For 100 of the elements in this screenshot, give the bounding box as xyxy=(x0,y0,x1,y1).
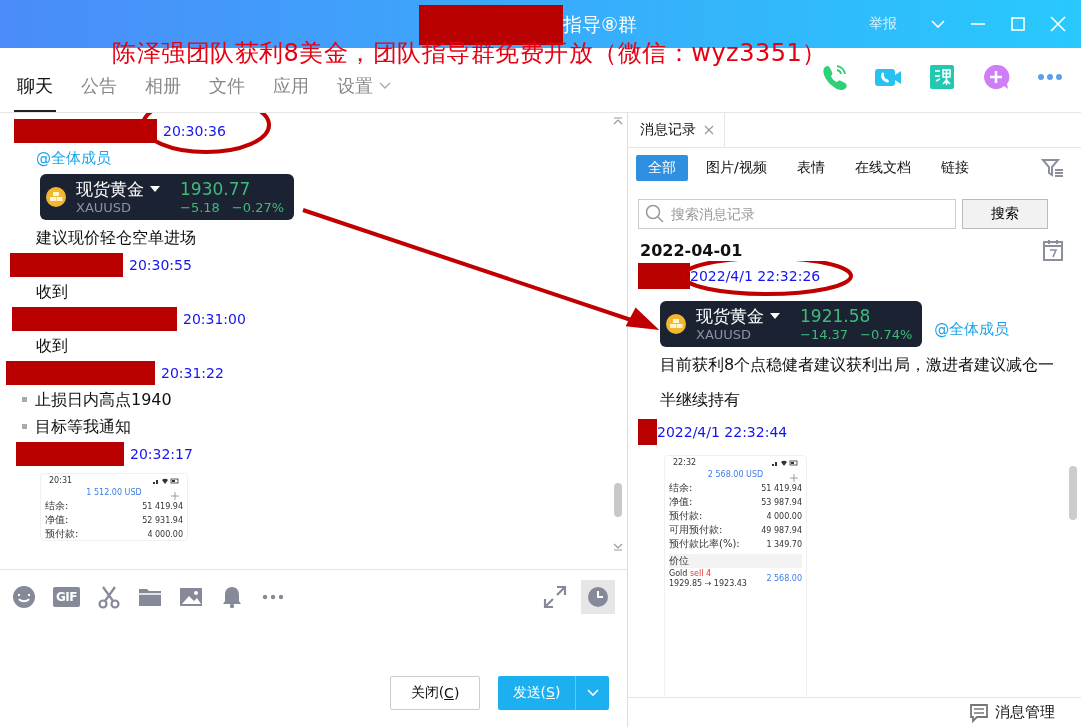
search-field[interactable]: 搜索消息记录 xyxy=(638,199,956,229)
percent-change: −0.27% xyxy=(231,200,285,216)
message-time: 20:32:17 xyxy=(130,445,193,462)
message-time: 2022/4/1 22:32:44 xyxy=(657,424,788,440)
scroll-down-icon[interactable] xyxy=(613,543,623,551)
stock-name: 现货黄金 xyxy=(76,178,144,200)
scissors-icon[interactable] xyxy=(97,585,121,609)
filter-tab[interactable]: 表情 xyxy=(784,155,837,181)
redaction-block xyxy=(638,419,657,445)
expand-icon[interactable] xyxy=(543,585,567,609)
clock-icon xyxy=(587,586,609,608)
calendar-icon[interactable] xyxy=(1043,239,1063,261)
bullet-mark xyxy=(22,424,27,429)
filter-tab[interactable]: 链接 xyxy=(928,155,981,181)
date-heading: 2022-04-01 xyxy=(640,240,743,260)
phone-screenshot[interactable]: 20:31 1 512.00 USD 结余: 51 419.94 净值: 52 931.94 预付款: 4 000.00 xyxy=(40,473,188,541)
caret-icon xyxy=(770,313,780,319)
smiley-icon[interactable] xyxy=(12,585,36,609)
scrollbar[interactable] xyxy=(614,483,622,517)
balance-text: 2 568.00 USD xyxy=(707,470,764,479)
close-icon[interactable] xyxy=(704,125,714,135)
stock-name: 现货黄金 xyxy=(696,305,764,327)
phone-screenshot[interactable]: 22:32 2 568.00 USD 结余: 51 419.94 净值: 53 987.94 预付款: 4 000.00 可用预付款: 49 987.94 预付款比率(%): 1 349.70 价位 Gold sell 4 1929.85 → 1923.43 2 568.00 xyxy=(664,455,807,697)
caret-icon xyxy=(150,186,160,192)
message-text: 收到 xyxy=(36,282,68,301)
tab[interactable]: 聊天 xyxy=(14,74,56,112)
row-value: 4 000.00 xyxy=(766,511,802,523)
tab[interactable]: 文件 xyxy=(206,74,248,112)
chevron-down-icon xyxy=(379,82,391,90)
position-profit: 2 568.00 xyxy=(766,574,802,584)
course-icon[interactable] xyxy=(927,62,957,92)
percent-change: −0.74% xyxy=(860,327,913,343)
message-time: 20:31:00 xyxy=(183,310,246,327)
status-icons-icon xyxy=(772,460,798,466)
row-label: 结余: xyxy=(669,482,693,494)
message-text: 目前获利8个点稳健者建议获利出局，激进者建议减仓一半继续持有 xyxy=(660,354,1056,411)
search-button[interactable]: 搜索 xyxy=(962,199,1048,229)
message-time: 20:31:22 xyxy=(161,364,224,381)
history-button[interactable] xyxy=(581,580,615,614)
stock-price: 1930.77 xyxy=(180,178,252,200)
filter-tab[interactable]: 在线文档 xyxy=(842,155,923,181)
filter-tab[interactable]: 图片/视频 xyxy=(694,155,779,181)
search-icon xyxy=(645,204,665,224)
row-label: 净值: xyxy=(45,514,69,526)
history-tab[interactable]: 消息记录 xyxy=(628,113,725,147)
position-label: Gold sell 4 xyxy=(669,569,713,579)
plus-icon xyxy=(171,492,179,500)
window-title: 指导⑧群 xyxy=(563,12,638,37)
add-app-icon[interactable] xyxy=(981,62,1011,92)
position-prices: 1929.85 → 1923.43 xyxy=(669,579,747,589)
tab[interactable]: 公告 xyxy=(78,74,120,112)
maximize-icon[interactable] xyxy=(1009,15,1027,33)
row-label: 预付款: xyxy=(669,510,703,522)
plus-icon xyxy=(790,474,798,482)
tab[interactable]: 设置 xyxy=(334,74,394,112)
stock-quote-card[interactable]: 现货黄金 XAUUSD 1921.58 −14.37 −0.74% xyxy=(660,301,923,347)
price-change: −5.18 xyxy=(180,200,220,216)
row-label: 预付款比率(%): xyxy=(669,538,740,550)
status-icons-icon xyxy=(153,478,179,484)
close-button[interactable]: 关闭(C) xyxy=(390,676,480,710)
coin-icon xyxy=(666,314,686,334)
row-label: 可用预付款: xyxy=(669,524,723,536)
caret-icon[interactable] xyxy=(585,688,600,698)
scrollbar[interactable] xyxy=(1069,466,1077,520)
promo-text: 陈泽强团队获利8美金，团队指导群免费开放（微信：wyz3351） xyxy=(112,38,827,69)
tab[interactable]: 应用 xyxy=(270,74,312,112)
message-text: 止损日内高点1940 xyxy=(35,389,172,411)
filter-icon[interactable] xyxy=(1041,157,1065,179)
message-text: 建议现价轻仓空单进场 xyxy=(36,228,196,247)
bullet-mark xyxy=(22,397,27,402)
image-icon[interactable] xyxy=(179,585,203,609)
scroll-up-icon[interactable] xyxy=(613,117,623,125)
message-time: 20:30:36 xyxy=(163,122,226,139)
message-text: 目标等我通知 xyxy=(35,416,131,438)
row-value: 49 987.94 xyxy=(761,525,802,537)
price-change: −14.37 xyxy=(800,327,849,343)
balance-text: 1 512.00 USD xyxy=(86,488,142,497)
row-label: 结余: xyxy=(45,500,69,512)
redaction-block xyxy=(638,263,690,289)
tab[interactable]: 相册 xyxy=(142,74,184,112)
row-value: 51 419.94 xyxy=(142,501,183,513)
bell-icon[interactable] xyxy=(220,585,244,609)
status-time: 20:31 xyxy=(49,476,73,486)
row-value: 53 987.94 xyxy=(761,497,802,509)
message-text: 收到 xyxy=(36,336,68,355)
row-value: 51 419.94 xyxy=(761,483,802,495)
message-manager-link[interactable]: 消息管理 xyxy=(995,703,1055,722)
coin-icon xyxy=(46,187,66,207)
message-icon[interactable] xyxy=(969,702,989,723)
section-label: 价位 xyxy=(669,554,802,568)
row-label: 预付款: xyxy=(45,528,79,540)
row-value: 1 349.70 xyxy=(766,539,802,551)
stock-symbol: XAUUSD xyxy=(76,200,133,216)
message-time: 2022/4/1 22:32:26 xyxy=(690,268,821,284)
stock-price: 1921.58 xyxy=(800,305,872,327)
status-time: 22:32 xyxy=(673,458,697,468)
message-time: 20:30:55 xyxy=(129,256,192,273)
stock-quote-card[interactable]: 现货黄金 XAUUSD 1930.77 −5.18 −0.27% xyxy=(40,174,295,220)
row-value: 52 931.94 xyxy=(142,515,183,527)
row-value: 4 000.00 xyxy=(147,529,183,540)
